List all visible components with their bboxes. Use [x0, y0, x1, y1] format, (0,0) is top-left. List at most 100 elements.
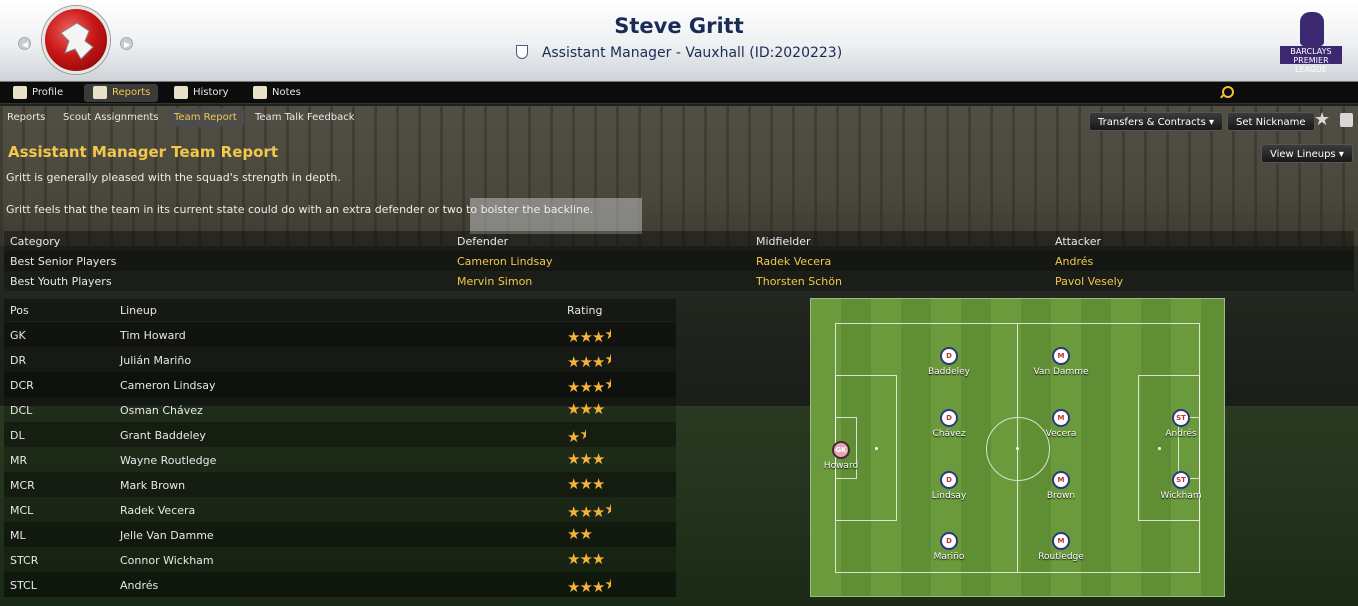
subtab-scout-assignments[interactable]: Scout Assignments — [56, 108, 166, 127]
table-row[interactable]: STCL Andrés ★★★★ — [4, 572, 676, 597]
rating-stars: ★★★★ — [567, 352, 612, 371]
player-name-cell[interactable]: Grant Baddeley — [120, 429, 206, 442]
player-name-cell[interactable]: Connor Wickham — [120, 554, 214, 567]
pitch-player[interactable]: D Baddeley — [919, 347, 979, 381]
half-star-icon: ★ — [604, 577, 612, 592]
player-name-label: Chávez — [932, 429, 966, 439]
star-icon: ★ — [579, 328, 593, 346]
notes-doc-icon[interactable] — [1340, 113, 1353, 127]
pitch-player[interactable]: M Brown — [1031, 471, 1091, 505]
star-icon: ★ — [591, 450, 606, 468]
player-name-cell[interactable]: Julián Mariño — [120, 354, 191, 367]
rating-stars: ★★★ — [567, 400, 606, 418]
category-label: Best Senior Players — [10, 255, 117, 268]
pitch-player[interactable]: M Vecera — [1031, 409, 1091, 443]
tab-history[interactable]: History — [165, 84, 237, 102]
pitch-player[interactable]: D Lindsay — [919, 471, 979, 505]
star-icon: ★ — [579, 400, 593, 418]
reports-icon — [93, 86, 107, 99]
player-link[interactable]: Radek Vecera — [756, 255, 831, 268]
table-row[interactable]: DR Julián Mariño ★★★★ — [4, 347, 676, 372]
table-row[interactable]: DCL Osman Chávez ★★★ — [4, 397, 676, 422]
rating-stars: ★★★★ — [567, 502, 611, 521]
rating-stars: ★★ — [567, 427, 587, 445]
search-icon[interactable] — [1219, 85, 1234, 99]
player-name-cell[interactable]: Tim Howard — [120, 329, 186, 342]
rating-stars: ★★ — [567, 525, 593, 543]
half-star-icon: ★ — [604, 377, 612, 392]
player-name-label: Mariño — [933, 552, 965, 562]
half-star-icon: ★ — [579, 427, 587, 442]
tab-reports[interactable]: Reports — [84, 84, 159, 102]
pitch-player[interactable]: D Chávez — [919, 409, 979, 443]
right-penalty-spot — [1158, 447, 1161, 450]
favourite-star-icon[interactable]: ★ — [1314, 111, 1330, 129]
subtab-team-talk-feedback[interactable]: Team Talk Feedback — [248, 108, 362, 127]
position-cell: GK — [10, 329, 26, 342]
position-cell: STCR — [10, 554, 39, 567]
table-row[interactable]: MCL Radek Vecera ★★★★ — [4, 497, 676, 522]
player-name-label: Routledge — [1038, 552, 1084, 562]
view-lineups-button[interactable]: View Lineups ▾ — [1261, 144, 1353, 163]
player-name-cell[interactable]: Wayne Routledge — [120, 454, 216, 467]
table-row[interactable]: DCR Cameron Lindsay ★★★★ — [4, 372, 676, 397]
star-icon: ★ — [579, 475, 593, 493]
player-name-label: Vecera — [1045, 429, 1077, 439]
pitch-player[interactable]: ST Andrés — [1151, 409, 1211, 443]
star-icon: ★ — [591, 550, 606, 568]
pitch-player[interactable]: ST Wickham — [1151, 471, 1211, 505]
header-pos: Pos — [10, 304, 29, 317]
lion-icon — [1300, 12, 1324, 46]
star-icon: ★ — [567, 328, 581, 346]
player-name-cell[interactable]: Mark Brown — [120, 479, 185, 492]
table-row[interactable]: MR Wayne Routledge ★★★ — [4, 447, 676, 472]
player-name-cell[interactable]: Jelle Van Damme — [120, 529, 214, 542]
league-logo: BARCLAYS PREMIER LEAGUE — [1278, 12, 1346, 74]
pitch-player[interactable]: GK Howard — [811, 441, 871, 475]
player-link[interactable]: Pavol Vesely — [1055, 275, 1123, 288]
header-attacker: Attacker — [1055, 235, 1102, 248]
player-position-chip: D — [940, 347, 958, 365]
table-row[interactable]: ML Jelle Van Damme ★★ — [4, 522, 676, 547]
star-icon: ★ — [567, 550, 581, 568]
category-row: Best Senior Players Cameron Lindsay Rade… — [4, 251, 1354, 271]
subtab-reports[interactable]: Reports — [0, 108, 52, 127]
rating-stars: ★★★★ — [567, 327, 611, 346]
star-icon: ★ — [591, 353, 606, 371]
tab-label: Notes — [272, 87, 301, 98]
transfers-contracts-button[interactable]: Transfers & Contracts ▾ — [1089, 112, 1224, 131]
player-name-cell[interactable]: Radek Vecera — [120, 504, 195, 517]
tab-profile[interactable]: Profile — [4, 84, 71, 102]
player-position-chip: GK — [832, 441, 850, 459]
tab-notes[interactable]: Notes — [244, 84, 309, 102]
header-bar: ◀ ▶ Steve Gritt Assistant Manager - Vaux… — [0, 0, 1358, 82]
table-row[interactable]: GK Tim Howard ★★★★ — [4, 322, 676, 347]
table-row[interactable]: DL Grant Baddeley ★★ — [4, 422, 676, 447]
player-link[interactable]: Mervin Simon — [457, 275, 532, 288]
header-lineup: Lineup — [120, 304, 157, 317]
star-icon: ★ — [579, 525, 593, 543]
subtab-team-report[interactable]: Team Report — [167, 108, 244, 127]
half-star-icon: ★ — [604, 352, 612, 367]
pitch-player[interactable]: M Routledge — [1031, 532, 1091, 566]
player-name-cell[interactable]: Andrés — [120, 579, 158, 592]
table-row[interactable]: MCR Mark Brown ★★★ — [4, 472, 676, 497]
star-icon: ★ — [591, 503, 606, 521]
pitch-player[interactable]: D Mariño — [919, 532, 979, 566]
player-name-cell[interactable]: Osman Chávez — [120, 404, 203, 417]
position-cell: ML — [10, 529, 26, 542]
set-nickname-button[interactable]: Set Nickname — [1227, 112, 1315, 131]
star-icon: ★ — [567, 525, 581, 543]
player-name-label: Howard — [823, 461, 859, 471]
player-name-label: Andrés — [1165, 429, 1197, 439]
centre-spot — [1016, 447, 1019, 450]
table-row[interactable]: STCR Connor Wickham ★★★ — [4, 547, 676, 572]
player-link[interactable]: Thorsten Schön — [756, 275, 842, 288]
pitch-player[interactable]: M Van Damme — [1031, 347, 1091, 381]
star-icon: ★ — [591, 400, 606, 418]
rating-stars: ★★★★ — [567, 377, 612, 395]
player-name-cell[interactable]: Cameron Lindsay — [120, 379, 216, 392]
player-link[interactable]: Cameron Lindsay — [457, 255, 553, 268]
player-link[interactable]: Andrés — [1055, 255, 1093, 268]
player-position-chip: D — [940, 471, 958, 489]
